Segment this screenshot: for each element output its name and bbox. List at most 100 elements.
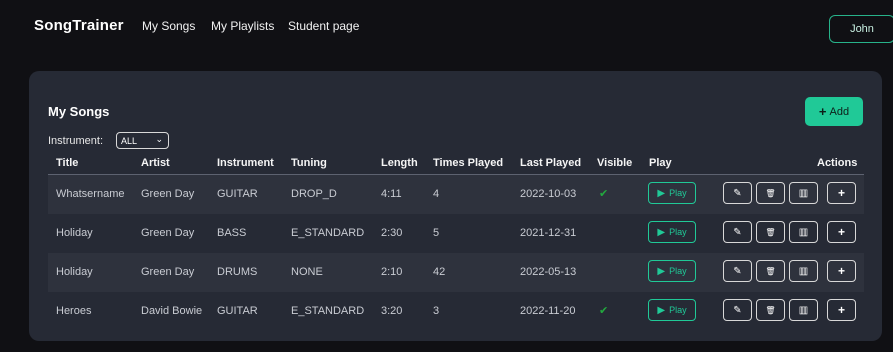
delete-song-button[interactable]: 🗑: [756, 299, 785, 321]
plus-icon: +: [837, 264, 845, 278]
stats-button[interactable]: ▥: [789, 260, 818, 282]
column-header-instrument[interactable]: Instrument: [217, 157, 274, 169]
plus-icon: +: [837, 303, 845, 317]
nav-link-my-songs[interactable]: My Songs: [142, 19, 195, 33]
pencil-icon: ✎: [733, 226, 742, 238]
trash-icon: 🗑: [765, 266, 776, 276]
play-button[interactable]: ▶ Play: [648, 260, 696, 282]
cell-length: 2:30: [381, 227, 403, 239]
play-button-label: Play: [669, 188, 687, 198]
play-button[interactable]: ▶ Play: [648, 221, 696, 243]
play-button-label: Play: [669, 266, 687, 276]
check-icon: ✔: [599, 188, 609, 200]
chart-icon: ▥: [798, 265, 809, 277]
cell-instrument: DRUMS: [217, 266, 258, 278]
cell-artist: David Bowie: [141, 305, 203, 317]
column-header-title[interactable]: Title: [56, 157, 78, 169]
table-row: Whatsername Green Day GUITAR DROP_D 4:11 4 202…: [48, 175, 864, 214]
edit-song-button[interactable]: ✎: [723, 299, 752, 321]
column-header-visible[interactable]: Visible: [597, 157, 632, 169]
column-header-length[interactable]: Length: [381, 157, 418, 169]
cell-times-played: 42: [433, 266, 446, 278]
cell-length: 4:11: [381, 188, 402, 200]
plus-icon: +: [837, 186, 845, 200]
delete-song-button[interactable]: 🗑: [756, 182, 785, 204]
cell-instrument: GUITAR: [217, 188, 258, 200]
delete-song-button[interactable]: 🗑: [756, 260, 785, 282]
add-to-playlist-button[interactable]: +: [827, 221, 856, 243]
column-header-artist[interactable]: Artist: [141, 157, 170, 169]
edit-song-button[interactable]: ✎: [723, 221, 752, 243]
add-to-playlist-button[interactable]: +: [827, 260, 856, 282]
table-row: Holiday Green Day DRUMS NONE 2:10 42 2022-05-1…: [48, 253, 864, 292]
cell-title: Whatsername: [56, 188, 125, 200]
edit-song-button[interactable]: ✎: [723, 182, 752, 204]
add-button-label: Add: [829, 105, 850, 118]
add-song-button[interactable]: + Add: [805, 97, 863, 126]
cell-last-played: 2022-11-20: [520, 305, 576, 317]
plus-icon: +: [837, 225, 845, 239]
chart-icon: ▥: [798, 226, 809, 238]
check-icon: ✔: [599, 305, 609, 317]
songs-card: My Songs + Add Instrument: ALL ⌄ Title A…: [29, 71, 882, 341]
page-title: My Songs: [48, 104, 110, 119]
cell-instrument: BASS: [217, 227, 247, 239]
pencil-icon: ✎: [733, 265, 742, 277]
brand-logo[interactable]: SongTrainer: [34, 17, 124, 34]
add-to-playlist-button[interactable]: +: [827, 182, 856, 204]
play-button-label: Play: [669, 305, 687, 315]
chevron-down-icon: ⌄: [155, 134, 163, 144]
cell-artist: Green Day: [141, 227, 195, 239]
cell-last-played: 2022-05-13: [520, 266, 577, 278]
cell-times-played: 5: [433, 227, 440, 239]
play-icon: ▶: [657, 187, 666, 199]
table-row: Heroes David Bowie GUITAR E_STANDARD 3:20 3 20…: [48, 292, 864, 331]
play-icon: ▶: [657, 304, 666, 316]
play-icon: ▶: [657, 265, 666, 277]
cell-tuning: E_STANDARD: [291, 227, 365, 239]
cell-times-played: 4: [433, 188, 440, 200]
play-button[interactable]: ▶ Play: [648, 299, 696, 321]
chart-icon: ▥: [798, 187, 809, 199]
cell-length: 2:10: [381, 266, 403, 278]
instrument-filter-select[interactable]: ALL ⌄: [116, 132, 169, 149]
navbar: SongTrainer My Songs My Playlists Studen…: [0, 0, 893, 66]
column-header-play: Play: [649, 157, 672, 169]
chart-icon: ▥: [798, 304, 809, 316]
play-button[interactable]: ▶ Play: [648, 182, 696, 204]
edit-song-button[interactable]: ✎: [723, 260, 752, 282]
stats-button[interactable]: ▥: [789, 221, 818, 243]
play-icon: ▶: [657, 226, 666, 238]
column-header-last-played[interactable]: Last Played: [520, 157, 581, 169]
instrument-filter-label: Instrument:: [48, 135, 104, 147]
cell-tuning: E_STANDARD: [291, 305, 365, 317]
pencil-icon: ✎: [733, 304, 742, 316]
cell-tuning: DROP_D: [291, 188, 337, 200]
nav-link-my-playlists[interactable]: My Playlists: [211, 19, 274, 33]
cell-artist: Green Day: [141, 266, 195, 278]
cell-title: Holiday: [56, 266, 93, 278]
plus-icon: +: [818, 104, 827, 119]
trash-icon: 🗑: [765, 305, 776, 315]
delete-song-button[interactable]: 🗑: [756, 221, 785, 243]
cell-times-played: 3: [433, 305, 440, 317]
cell-artist: Green Day: [141, 188, 195, 200]
cell-last-played: 2021-12-31: [520, 227, 577, 239]
pencil-icon: ✎: [733, 187, 742, 199]
cell-length: 3:20: [381, 305, 403, 317]
stats-button[interactable]: ▥: [789, 182, 818, 204]
column-header-times-played[interactable]: Times Played: [433, 157, 503, 169]
table-row: Holiday Green Day BASS E_STANDARD 2:30 5 2021-…: [48, 214, 864, 253]
instrument-filter-value: ALL: [121, 135, 138, 146]
stats-button[interactable]: ▥: [789, 299, 818, 321]
add-to-playlist-button[interactable]: +: [827, 299, 856, 321]
play-button-label: Play: [669, 227, 687, 237]
cell-tuning: NONE: [291, 266, 323, 278]
cell-last-played: 2022-10-03: [520, 188, 577, 200]
nav-link-student-page[interactable]: Student page: [288, 19, 359, 33]
cell-instrument: GUITAR: [217, 305, 258, 317]
trash-icon: 🗑: [765, 188, 776, 198]
user-menu-button[interactable]: John: [829, 15, 893, 43]
column-header-tuning[interactable]: Tuning: [291, 157, 327, 169]
cell-title: Holiday: [56, 227, 93, 239]
